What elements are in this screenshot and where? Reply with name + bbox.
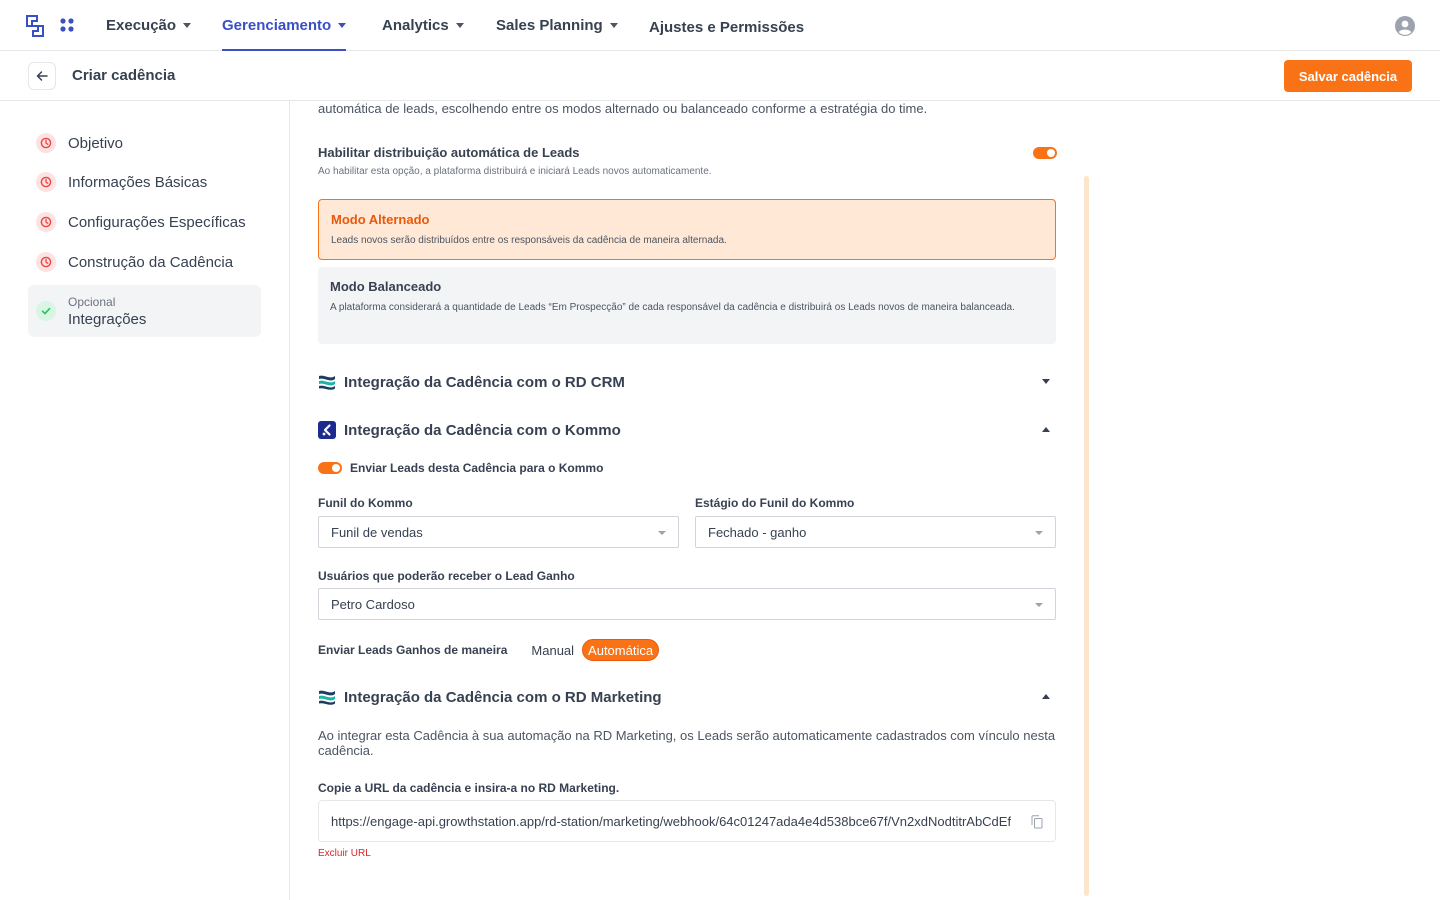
back-button[interactable] — [28, 62, 56, 90]
section-title: Integração da Cadência com o RD CRM — [344, 373, 625, 391]
mode-alternado-card[interactable]: Modo Alternado Leads novos serão distrib… — [318, 199, 1056, 260]
content-scrollbar[interactable] — [1084, 176, 1089, 896]
caret-down-icon — [658, 531, 666, 535]
nav-execucao[interactable]: Execução — [106, 0, 192, 51]
users-label: Usuários que poderão receber o Lead Ganh… — [318, 569, 575, 583]
arrow-left-icon — [36, 71, 48, 81]
auto-distribution-title: Habilitar distribuição automática de Lea… — [318, 145, 580, 160]
clock-icon — [36, 133, 56, 153]
send-mode-manual-option[interactable]: Manual — [531, 643, 574, 658]
users-value: Petro Cardoso — [331, 596, 415, 612]
stage-select[interactable]: Fechado - ganho — [695, 516, 1056, 548]
mode-desc: A plataforma considerará a quantidade de… — [330, 302, 1015, 313]
auto-distribution-toggle[interactable] — [1033, 147, 1057, 159]
caret-down-icon — [1035, 603, 1043, 607]
rd-marketing-section-header[interactable]: Integração da Cadência com o RD Marketin… — [318, 685, 1056, 709]
user-avatar-icon[interactable] — [1395, 16, 1415, 36]
funnel-select[interactable]: Funil de vendas — [318, 516, 679, 548]
users-select[interactable]: Petro Cardoso — [318, 588, 1056, 620]
clock-icon — [36, 252, 56, 272]
nav-label: Analytics — [382, 17, 449, 34]
kommo-send-leads-toggle[interactable] — [318, 462, 342, 474]
step-objetivo[interactable]: Objetivo — [28, 133, 261, 153]
step-construcao-cadencia[interactable]: Construção da Cadência — [28, 252, 261, 272]
step-configuracoes-especificas[interactable]: Configurações Específicas — [28, 212, 261, 232]
rd-station-icon — [319, 690, 335, 705]
rd-station-icon — [319, 375, 335, 390]
caret-down-icon — [455, 23, 464, 28]
check-icon — [36, 301, 56, 321]
send-mode-label: Enviar Leads Ganhos de maneira — [318, 643, 508, 657]
mode-desc: Leads novos serão distribuídos entre os … — [331, 235, 727, 246]
step-label: Configurações Específicas — [68, 213, 246, 231]
rd-crm-section-header[interactable]: Integração da Cadência com o RD CRM — [318, 370, 1056, 394]
caret-down-icon — [338, 23, 347, 28]
caret-down-icon — [609, 23, 618, 28]
save-cadence-button[interactable]: Salvar cadência — [1284, 60, 1412, 92]
caret-down-icon — [1035, 531, 1043, 535]
kommo-icon — [318, 421, 336, 439]
funnel-label: Funil do Kommo — [318, 496, 413, 510]
section-title: Integração da Cadência com o Kommo — [344, 421, 621, 439]
nav-label: Execução — [106, 17, 177, 34]
chevron-down-icon — [1042, 379, 1050, 384]
mode-title: Modo Alternado — [331, 212, 430, 227]
kommo-send-leads-label: Enviar Leads desta Cadência para o Kommo — [350, 461, 604, 475]
main-content: automática de leads, escolhendo entre os… — [318, 101, 1058, 900]
auto-distribution-desc: Ao habilitar esta opção, a plataforma di… — [318, 166, 712, 177]
nav-ajustes-permissoes[interactable]: Ajustes e Permissões — [649, 2, 804, 53]
kommo-section-header[interactable]: Integração da Cadência com o Kommo — [318, 418, 1056, 442]
steps-sidebar: Objetivo Informações Básicas Configuraçõ… — [0, 101, 290, 900]
chevron-up-icon — [1042, 427, 1050, 432]
step-informacoes-basicas[interactable]: Informações Básicas — [28, 172, 261, 192]
caret-down-icon — [183, 23, 192, 28]
funnel-value: Funil de vendas — [331, 524, 423, 540]
step-label: Informações Básicas — [68, 173, 208, 191]
clock-icon — [36, 172, 56, 192]
step-text: Opcional Integrações — [68, 295, 146, 328]
delete-url-link[interactable]: Excluir URL — [318, 848, 371, 859]
page-header: Criar cadência Salvar cadência — [0, 51, 1440, 101]
nav-label: Gerenciamento — [222, 17, 332, 34]
step-label: Construção da Cadência — [68, 253, 234, 271]
stage-label: Estágio do Funil do Kommo — [695, 496, 855, 510]
cadence-url-value: https://engage-api.growthstation.app/rd-… — [331, 813, 1012, 829]
logo-icon[interactable] — [26, 15, 44, 37]
step-integracoes[interactable]: Opcional Integrações — [28, 285, 261, 337]
step-label: Integrações — [68, 310, 147, 328]
section-title: Integração da Cadência com o RD Marketin… — [344, 688, 662, 706]
apps-grid-icon[interactable] — [60, 18, 74, 32]
send-mode-row: Enviar Leads Ganhos de maneira Manual Au… — [318, 639, 660, 661]
mode-balanceado-card[interactable]: Modo Balanceado A plataforma considerará… — [318, 267, 1056, 344]
step-sublabel: Opcional — [68, 294, 116, 309]
nav-analytics[interactable]: Analytics — [382, 0, 464, 51]
distribution-intro-text: automática de leads, escolhendo entre os… — [318, 101, 928, 116]
kommo-send-leads-row: Enviar Leads desta Cadência para o Kommo — [318, 461, 603, 475]
cadence-url-field[interactable]: https://engage-api.growthstation.app/rd-… — [318, 800, 1056, 842]
clock-icon — [36, 212, 56, 232]
copy-icon[interactable] — [1031, 815, 1043, 829]
chevron-up-icon — [1042, 694, 1050, 699]
nav-label: Ajustes e Permissões — [649, 19, 805, 36]
top-navigation: Execução Gerenciamento Analytics Sales P… — [0, 0, 1440, 53]
nav-label: Sales Planning — [496, 17, 603, 34]
page-title: Criar cadência — [72, 67, 176, 84]
nav-sales-planning[interactable]: Sales Planning — [496, 0, 618, 51]
mode-title: Modo Balanceado — [330, 279, 442, 294]
step-label: Objetivo — [68, 134, 124, 152]
nav-gerenciamento[interactable]: Gerenciamento — [222, 0, 347, 52]
send-mode-auto-option[interactable]: Automática — [582, 639, 660, 661]
rd-marketing-desc: Ao integrar esta Cadência à sua automaçã… — [318, 728, 1056, 758]
cadence-url-label: Copie a URL da cadência e insira-a no RD… — [318, 781, 620, 795]
stage-value: Fechado - ganho — [708, 524, 807, 540]
